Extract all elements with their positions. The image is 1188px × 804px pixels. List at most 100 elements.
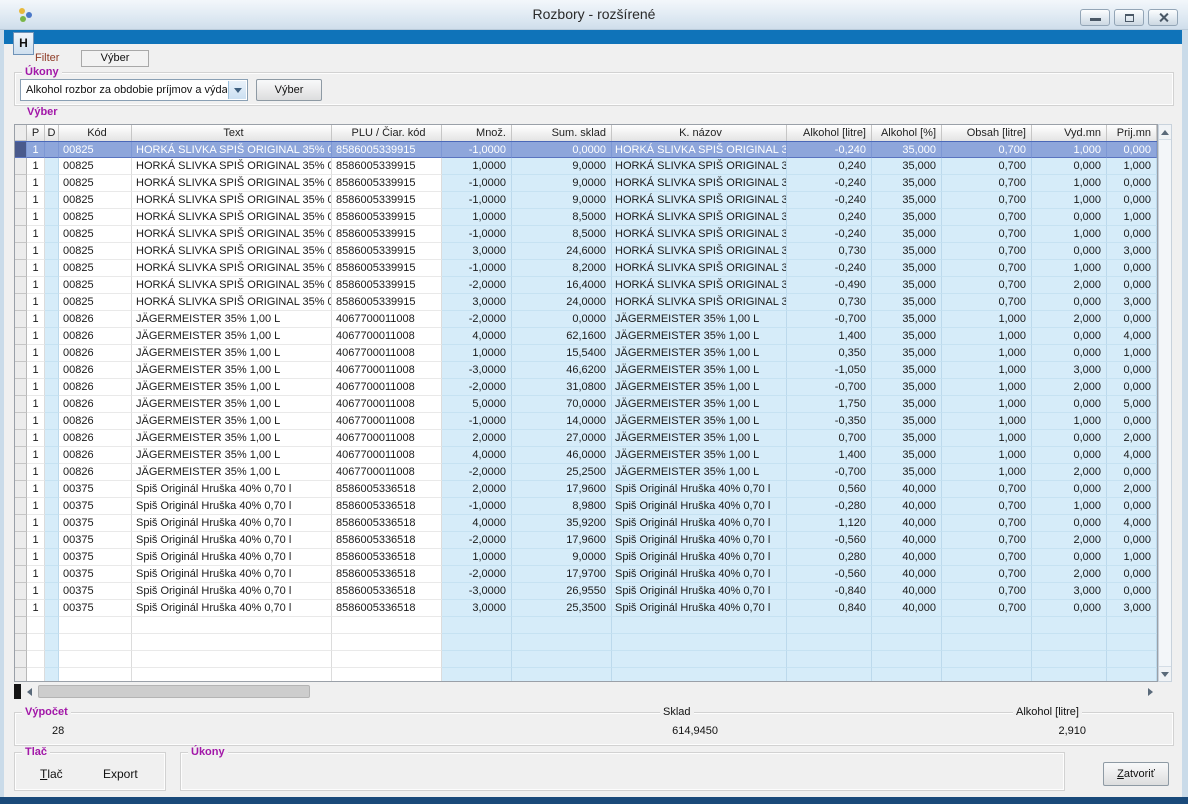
table-cell[interactable]: JÄGERMEISTER 35% 1,00 L [132,464,332,481]
column-header[interactable]: Text [132,125,332,141]
table-cell[interactable]: 0,560 [787,481,872,498]
table-cell[interactable] [512,634,612,651]
table-cell[interactable] [45,277,59,294]
table-cell[interactable]: 0,000 [1032,328,1107,345]
table-row[interactable]: 100826JÄGERMEISTER 35% 1,00 L40677000110… [15,345,1157,362]
table-cell[interactable]: Spiš Originál Hruška 40% 0,70 l [612,481,787,498]
table-cell[interactable]: 0,700 [942,583,1032,600]
table-cell[interactable]: 3,0000 [442,294,512,311]
table-cell[interactable]: JÄGERMEISTER 35% 1,00 L [132,345,332,362]
table-cell[interactable]: 24,0000 [512,294,612,311]
table-cell[interactable]: 8586005336518 [332,481,442,498]
close-button[interactable] [1148,9,1178,26]
table-cell[interactable] [27,651,45,668]
table-cell[interactable] [132,634,332,651]
table-cell[interactable]: 35,000 [872,379,942,396]
table-cell[interactable]: 1 [27,209,45,226]
table-cell[interactable] [45,175,59,192]
table-cell[interactable]: 1,0000 [442,158,512,175]
table-cell[interactable]: 0,700 [942,277,1032,294]
table-cell[interactable]: 8,2000 [512,260,612,277]
table-cell[interactable] [332,651,442,668]
row-selector[interactable] [15,345,27,362]
row-selector[interactable] [15,260,27,277]
table-cell[interactable]: JÄGERMEISTER 35% 1,00 L [132,311,332,328]
table-cell[interactable]: 4,0000 [442,515,512,532]
table-cell[interactable]: 0,700 [942,600,1032,617]
table-cell[interactable]: HORKÁ SLIVKA SPIŠ ORIGINAL 35% [612,294,787,311]
table-cell[interactable]: 0,000 [1032,158,1107,175]
table-cell[interactable]: 1,000 [942,345,1032,362]
table-row[interactable]: 100826JÄGERMEISTER 35% 1,00 L40677000110… [15,379,1157,396]
table-cell[interactable]: Spiš Originál Hruška 40% 0,70 l [612,583,787,600]
table-cell[interactable]: 1,000 [1107,549,1157,566]
table-cell[interactable]: 0,000 [1107,142,1157,158]
table-cell[interactable]: 1 [27,532,45,549]
table-cell[interactable]: 0,000 [1032,600,1107,617]
table-cell[interactable]: 4067700011008 [332,430,442,447]
table-cell[interactable]: 35,000 [872,192,942,209]
row-selector[interactable] [15,617,27,634]
table-cell[interactable]: 0,350 [787,345,872,362]
table-cell[interactable]: 4067700011008 [332,345,442,362]
table-cell[interactable]: 0,700 [942,226,1032,243]
table-cell[interactable]: 1,000 [942,379,1032,396]
row-selector[interactable] [15,209,27,226]
table-cell[interactable]: 8,5000 [512,226,612,243]
table-cell[interactable]: 40,000 [872,549,942,566]
table-row[interactable]: 100375Spiš Originál Hruška 40% 0,70 l858… [15,481,1157,498]
table-cell[interactable] [1032,668,1107,682]
table-cell[interactable]: 2,000 [1032,379,1107,396]
table-cell[interactable]: JÄGERMEISTER 35% 1,00 L [132,413,332,430]
table-cell[interactable]: 2,000 [1032,311,1107,328]
table-cell[interactable]: 1,000 [942,447,1032,464]
table-cell[interactable]: 40,000 [872,583,942,600]
table-cell[interactable]: -0,240 [787,192,872,209]
table-cell[interactable]: 8586005339915 [332,175,442,192]
table-cell[interactable]: 0,700 [942,294,1032,311]
table-cell[interactable]: 0,700 [787,430,872,447]
table-cell[interactable]: JÄGERMEISTER 35% 1,00 L [132,362,332,379]
table-cell[interactable] [787,651,872,668]
table-cell[interactable] [45,549,59,566]
table-cell[interactable]: 2,000 [1032,277,1107,294]
table-cell[interactable]: 40,000 [872,566,942,583]
table-cell[interactable]: 0,700 [942,532,1032,549]
table-cell[interactable] [1107,617,1157,634]
table-cell[interactable]: 0,700 [942,158,1032,175]
table-cell[interactable]: HORKÁ SLIVKA SPIŠ ORIGINAL 35% [612,142,787,158]
table-cell[interactable]: Spiš Originál Hruška 40% 0,70 l [612,498,787,515]
table-cell[interactable]: 1 [27,379,45,396]
row-selector[interactable] [15,328,27,345]
table-cell[interactable]: HORKÁ SLIVKA SPIŠ ORIGINAL 35% [612,192,787,209]
table-row[interactable]: 100825HORKÁ SLIVKA SPIŠ ORIGINAL 35% 0,7… [15,260,1157,277]
table-cell[interactable] [45,515,59,532]
table-cell[interactable]: 8586005336518 [332,549,442,566]
table-cell[interactable]: 0,000 [1107,498,1157,515]
table-cell[interactable] [45,345,59,362]
table-cell[interactable]: 27,0000 [512,430,612,447]
row-selector[interactable] [15,142,27,158]
table-cell[interactable] [45,464,59,481]
table-cell[interactable]: 9,0000 [512,549,612,566]
column-header[interactable]: Alkohol [litre] [787,125,872,141]
table-row[interactable]: 100375Spiš Originál Hruška 40% 0,70 l858… [15,600,1157,617]
table-cell[interactable]: 15,5400 [512,345,612,362]
table-cell[interactable] [1032,617,1107,634]
table-cell[interactable]: 35,000 [872,277,942,294]
table-cell[interactable]: 35,000 [872,158,942,175]
table-cell[interactable]: -0,240 [787,260,872,277]
table-cell[interactable]: 8,5000 [512,209,612,226]
table-cell[interactable]: 4067700011008 [332,447,442,464]
row-selector[interactable] [15,311,27,328]
table-cell[interactable]: -0,700 [787,464,872,481]
table-cell[interactable] [45,617,59,634]
table-cell[interactable] [59,668,132,682]
table-cell[interactable]: 0,700 [942,192,1032,209]
table-cell[interactable] [45,668,59,682]
row-selector[interactable] [15,447,27,464]
table-row[interactable]: 100825HORKÁ SLIVKA SPIŠ ORIGINAL 35% 0,7… [15,158,1157,175]
table-cell[interactable]: 1,000 [942,464,1032,481]
table-cell[interactable] [332,634,442,651]
table-cell[interactable]: 00826 [59,413,132,430]
